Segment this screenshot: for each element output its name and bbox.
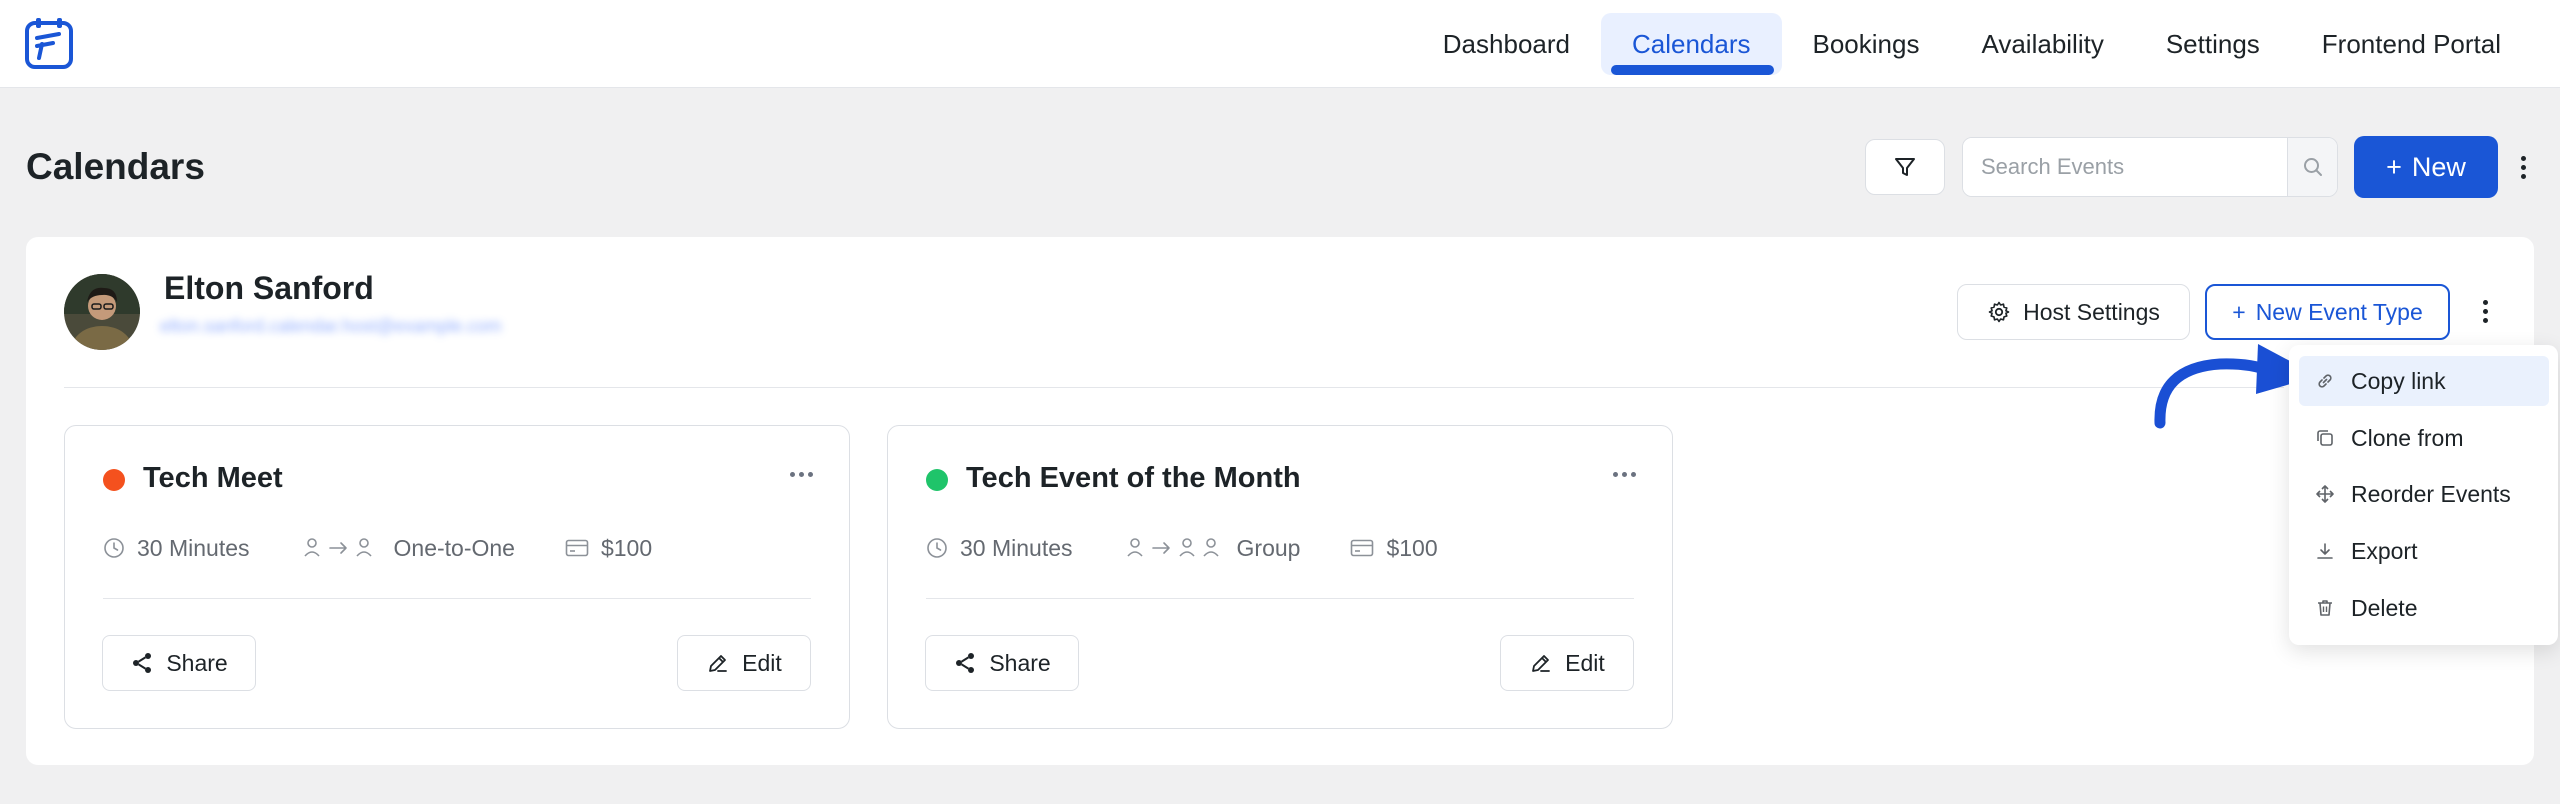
one-to-one-icon xyxy=(303,538,372,557)
new-event-type-label: New Event Type xyxy=(2255,298,2423,325)
nav-frontend-portal[interactable]: Frontend Portal xyxy=(2291,13,2532,75)
event-meta: 30 Minutes Group $100 xyxy=(926,530,1438,566)
calendar-logo-icon xyxy=(25,18,73,69)
menu-item-export[interactable]: Export xyxy=(2299,526,2549,576)
menu-item-label: Reorder Events xyxy=(2351,480,2511,507)
move-icon xyxy=(2316,485,2334,503)
edit-label: Edit xyxy=(1565,649,1605,676)
filter-icon xyxy=(1895,158,1915,176)
event-more-button[interactable] xyxy=(790,472,813,477)
divider xyxy=(926,598,1634,599)
clock-icon xyxy=(104,538,124,558)
price-label: $100 xyxy=(600,534,653,561)
status-dot xyxy=(926,469,948,491)
ellipsis-icon xyxy=(790,472,795,477)
duration: 30 Minutes xyxy=(926,535,1073,562)
nav-dashboard[interactable]: Dashboard xyxy=(1412,13,1601,75)
menu-item-clone-from[interactable]: Clone from xyxy=(2299,413,2549,463)
host-name: Elton Sanford xyxy=(164,270,374,306)
nav-availability[interactable]: Availability xyxy=(1950,13,2134,75)
divider xyxy=(103,598,811,599)
app-logo[interactable] xyxy=(24,16,76,70)
duration: 30 Minutes xyxy=(103,535,250,562)
plus-icon: + xyxy=(2386,151,2402,182)
meeting-type: Group xyxy=(1125,534,1301,562)
clock-icon xyxy=(927,538,947,558)
trash-icon xyxy=(2318,600,2332,616)
nav-bookings[interactable]: Bookings xyxy=(1782,13,1951,75)
share-icon xyxy=(956,653,975,673)
gear-icon xyxy=(1988,301,2010,323)
share-label: Share xyxy=(166,649,228,676)
share-button[interactable]: Share xyxy=(925,635,1079,691)
price: $100 xyxy=(1350,534,1438,562)
search-button[interactable] xyxy=(2287,138,2337,196)
kebab-icon xyxy=(2482,299,2488,305)
edit-label: Edit xyxy=(742,649,782,676)
search-box xyxy=(1962,137,2338,197)
event-more-button[interactable] xyxy=(1613,472,1636,477)
meeting-type: One-to-One xyxy=(302,535,515,562)
host-actions-dropdown: Copy link Clone from Reorder Events Expo… xyxy=(2289,345,2558,645)
menu-item-label: Copy link xyxy=(2351,367,2446,394)
event-meta: 30 Minutes One-to-One $100 xyxy=(103,530,652,566)
share-button[interactable]: Share xyxy=(102,635,256,691)
search-icon xyxy=(2303,158,2322,176)
host-avatar-icon xyxy=(64,274,140,350)
price: $100 xyxy=(565,535,652,562)
edit-button[interactable]: Edit xyxy=(1500,635,1634,691)
new-button-label: New xyxy=(2411,151,2466,182)
top-bar: Dashboard Calendars Bookings Availabilit… xyxy=(0,0,2560,88)
pencil-icon xyxy=(1532,655,1551,672)
credit-card-icon xyxy=(1351,539,1374,557)
menu-item-label: Export xyxy=(2351,537,2418,564)
avatar xyxy=(64,274,140,350)
share-icon xyxy=(133,653,152,673)
menu-item-label: Delete xyxy=(2351,594,2418,621)
download-icon xyxy=(2317,543,2333,559)
status-dot xyxy=(103,469,125,491)
meeting-type-label: Group xyxy=(1236,534,1301,561)
event-title: Tech Event of the Month xyxy=(966,462,1301,494)
share-label: Share xyxy=(989,649,1051,676)
edit-button[interactable]: Edit xyxy=(677,635,811,691)
host-settings-label: Host Settings xyxy=(2023,298,2160,325)
menu-item-copy-link[interactable]: Copy link xyxy=(2299,356,2549,406)
new-button[interactable]: + New xyxy=(2354,136,2498,198)
new-event-type-button[interactable]: + New Event Type xyxy=(2205,284,2450,340)
host-email-obscured: elton.sanford.calendar.host@example.com xyxy=(160,316,502,336)
menu-item-delete[interactable]: Delete xyxy=(2299,583,2549,633)
meeting-type-label: One-to-One xyxy=(393,534,515,561)
event-card-tech-event-of-the-month[interactable]: Tech Event of the Month 30 Minutes Group xyxy=(887,425,1673,729)
menu-item-reorder-events[interactable]: Reorder Events xyxy=(2299,469,2549,519)
price-label: $100 xyxy=(1386,534,1438,561)
host-settings-button[interactable]: Host Settings xyxy=(1957,284,2190,340)
search-input[interactable] xyxy=(1963,138,2287,196)
divider xyxy=(64,387,2284,388)
nav-calendars[interactable]: Calendars xyxy=(1600,13,1782,75)
filter-button[interactable] xyxy=(1865,139,1945,195)
pencil-icon xyxy=(709,655,728,672)
menu-item-label: Clone from xyxy=(2351,424,2464,451)
nav-settings[interactable]: Settings xyxy=(2135,13,2291,75)
duration-label: 30 Minutes xyxy=(137,534,250,561)
clone-icon xyxy=(2317,430,2333,446)
page-more-button[interactable] xyxy=(2514,150,2532,184)
host-more-button[interactable] xyxy=(2476,294,2494,328)
event-title: Tech Meet xyxy=(143,462,283,494)
plus-icon: + xyxy=(2232,298,2246,325)
duration-label: 30 Minutes xyxy=(960,534,1073,561)
credit-card-icon xyxy=(565,539,589,557)
main-nav: Dashboard Calendars Bookings Availabilit… xyxy=(1412,13,2532,75)
group-icon xyxy=(1126,538,1219,557)
link-icon xyxy=(2318,374,2332,388)
ellipsis-icon xyxy=(1613,472,1618,477)
kebab-icon xyxy=(2520,155,2526,161)
event-card-tech-meet[interactable]: Tech Meet 30 Minutes One-to-One $100 Sha… xyxy=(64,425,850,729)
page-title: Calendars xyxy=(26,146,205,187)
